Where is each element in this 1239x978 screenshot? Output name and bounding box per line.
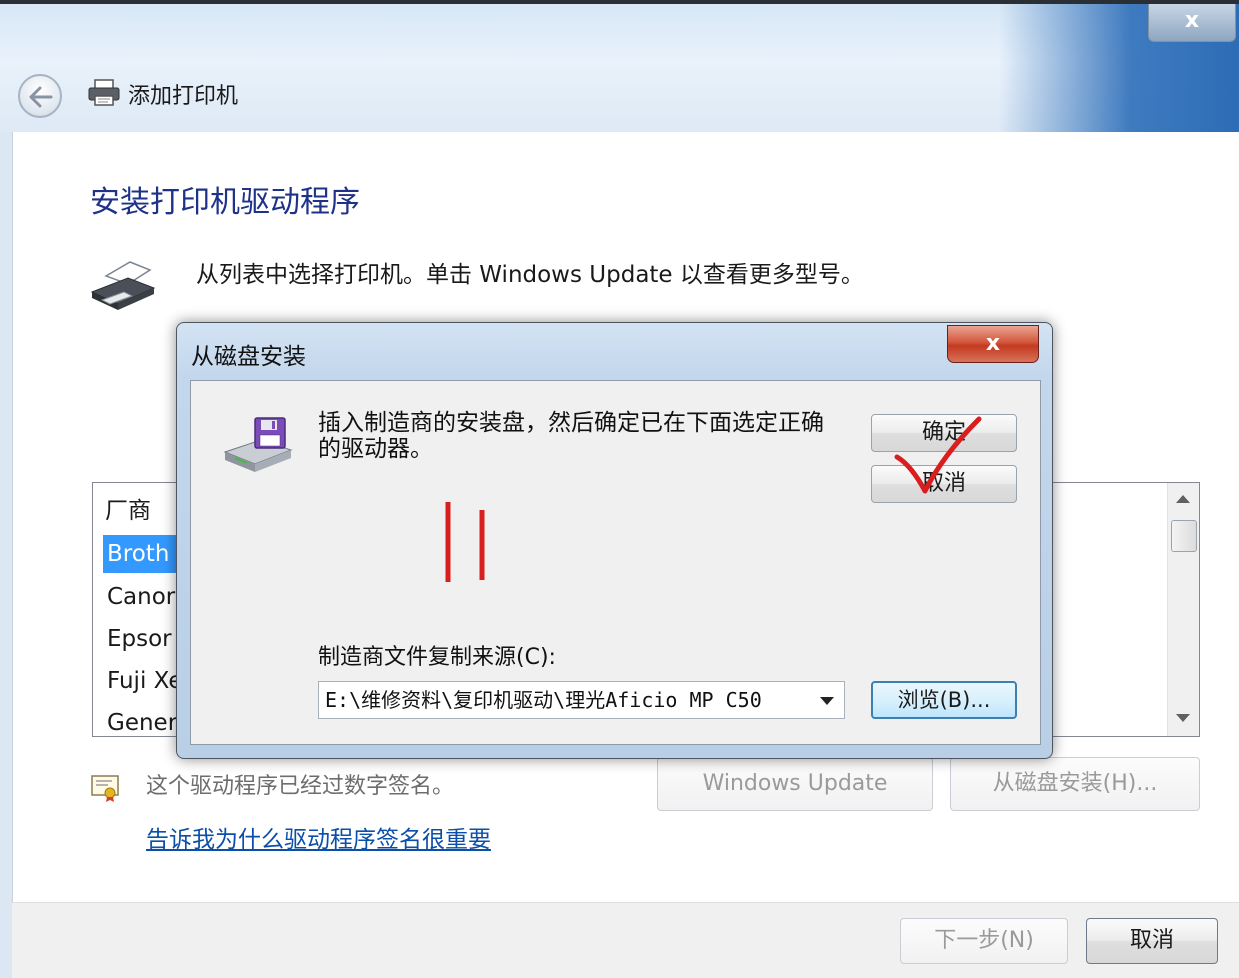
- instruction-text: 从列表中选择打印机。单击 Windows Update 以查看更多型号。: [196, 262, 864, 288]
- window-title: 添加打印机: [128, 84, 239, 109]
- dialog-message: 插入制造商的安装盘，然后确定已在下面选定正确的驱动器。: [318, 410, 824, 462]
- list-scrollbar[interactable]: [1167, 483, 1199, 736]
- annotation-check-icon: [894, 416, 982, 494]
- back-arrow-icon: [29, 86, 53, 108]
- manufacturer-column-header[interactable]: 厂商: [105, 491, 151, 525]
- printer-icon: [90, 261, 156, 310]
- have-disk-button[interactable]: 从磁盘安装(H)...: [950, 757, 1200, 811]
- source-path-value: E:\维修资料\复印机驱动\理光Aficio MP C50: [325, 688, 762, 712]
- dialog-close-button[interactable]: x: [947, 325, 1039, 363]
- dialog-title: 从磁盘安装: [191, 344, 306, 370]
- source-path-combobox[interactable]: E:\维修资料\复印机驱动\理光Aficio MP C50: [318, 681, 845, 719]
- chevron-down-icon[interactable]: [820, 697, 834, 705]
- why-signing-important-link[interactable]: 告诉我为什么驱动程序签名很重要: [146, 820, 491, 854]
- cancel-button[interactable]: 取消: [1086, 918, 1218, 964]
- source-path-label: 制造商文件复制来源(C):: [318, 645, 556, 670]
- windows-update-button[interactable]: Windows Update: [657, 757, 933, 811]
- back-button[interactable]: [18, 74, 62, 118]
- scroll-down-arrow-icon[interactable]: [1176, 714, 1190, 722]
- install-from-disk-dialog: 从磁盘安装 x 插入制造商的安装盘，然后确定已在下面选定正确的驱动器。 确定 取…: [176, 322, 1053, 759]
- browse-button[interactable]: 浏览(B)...: [871, 681, 1017, 719]
- floppy-disk-drive-icon: [223, 417, 293, 472]
- window-close-button[interactable]: x: [1148, 4, 1236, 42]
- signature-status-text: 这个驱动程序已经过数字签名。: [146, 774, 455, 799]
- printer-icon: [88, 79, 120, 106]
- scroll-thumb[interactable]: [1171, 520, 1197, 552]
- annotation-mark-lines: [445, 502, 485, 582]
- title-bar: [0, 4, 1239, 132]
- next-button[interactable]: 下一步(N): [900, 918, 1068, 964]
- certificate-icon: [91, 775, 119, 802]
- page-heading: 安装打印机驱动程序: [90, 185, 360, 220]
- scroll-up-arrow-icon[interactable]: [1176, 495, 1190, 503]
